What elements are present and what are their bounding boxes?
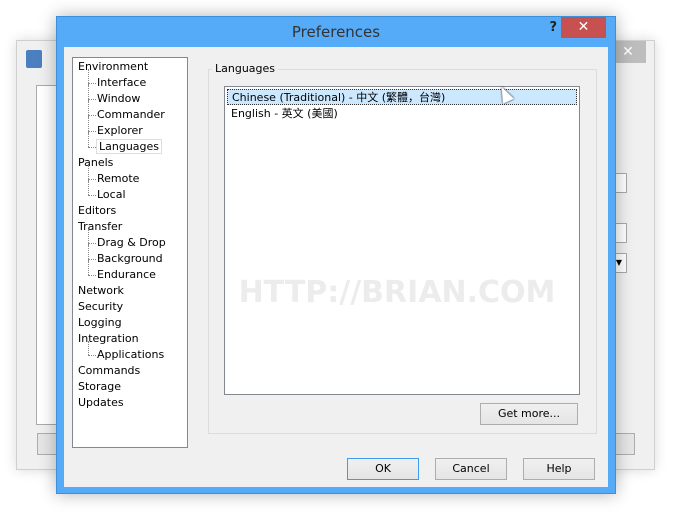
tree-connector [88,69,89,85]
tree-item[interactable]: Endurance [97,267,156,283]
tree-connector [88,243,96,244]
tree-item-label: Remote [97,172,140,185]
tree-item[interactable]: Explorer [97,123,143,139]
tree-connector [88,181,89,195]
tree-connector [88,275,96,276]
tree-connector [88,259,96,260]
tree-connector [88,115,96,116]
help-icon[interactable]: ? [549,20,557,35]
tree-item-label: Explorer [97,124,143,137]
preferences-tree[interactable]: Environment Interface Window Commander Explo… [72,57,188,448]
tree-item[interactable]: Applications [97,347,164,363]
tree-item-label: Commands [78,364,141,377]
tree-connector [88,165,89,181]
tree-connector [88,195,96,196]
ok-button[interactable]: OK [347,458,419,480]
languages-group-label: Languages [212,62,279,75]
tree-item-label: Commander [97,108,165,121]
app-icon [26,50,42,68]
dialog-body: Environment Interface Window Commander Explo… [64,47,608,487]
tree-connector [88,85,89,101]
tree-item-label: Transfer [78,220,123,233]
tree-item-label: Security [78,300,124,313]
tree-item-label: Endurance [97,268,156,281]
language-item[interactable]: English - 英文 (美國) [227,106,577,122]
tree-item[interactable]: Remote [97,171,139,187]
tree-item[interactable]: Drag & Drop [97,235,166,251]
tree-item-label: Window [97,92,141,105]
tree-item[interactable]: Background [97,251,163,267]
get-more-button[interactable]: Get more... [480,403,578,425]
tree-connector [88,83,96,84]
tree-connector [88,341,89,355]
tree-item[interactable]: Transfer [78,219,122,235]
tree-connector [88,133,89,147]
tree-item-label: Applications [97,348,165,361]
languages-list[interactable]: Chinese (Traditional) - 中文 (繁體，台灣) Englis… [224,86,580,395]
tree-item-label: Drag & Drop [97,236,166,249]
tree-item[interactable]: Commander [97,107,165,123]
help-button[interactable]: Help [523,458,595,480]
cancel-button[interactable]: Cancel [435,458,507,480]
tree-item-label: Updates [78,396,124,409]
tree-item[interactable]: Interface [97,75,146,91]
tree-item-label: Local [97,188,126,201]
tree-item[interactable]: Editors [78,203,116,219]
tree-item-label: Logging [78,316,122,329]
tree-item[interactable]: Local [97,187,126,203]
tree-item-label: Storage [78,380,122,393]
tree-connector [88,355,96,356]
tree-connector [88,245,89,261]
tree-item[interactable]: Logging [78,315,122,331]
tree-connector [88,117,89,133]
tree-connector [88,261,89,275]
tree-item-label: Background [97,252,163,265]
tree-item[interactable]: Security [78,299,123,315]
tree-item-label: Panels [78,156,114,169]
tree-item-label: Editors [78,204,117,217]
tree-item[interactable]: Window [97,91,140,107]
tree-connector [88,101,89,117]
tree-item[interactable]: Commands [78,363,140,379]
tree-item[interactable]: Network [78,283,124,299]
tree-item-label: Interface [97,76,147,89]
tree-connector [88,147,96,148]
tree-connector [88,99,96,100]
tree-item[interactable]: Panels [78,155,113,171]
tree-item-label: Languages [95,139,163,154]
tree-item-label: Network [78,284,124,297]
tree-item[interactable]: Languages [95,139,163,155]
tree-connector [88,229,89,245]
tree-connector [88,131,96,132]
dialog-title: Preferences [291,23,381,41]
close-button[interactable]: ✕ [561,17,606,38]
preferences-dialog: Preferences ? ✕ Environment Interface Wind… [56,16,616,494]
tree-item[interactable]: Updates [78,395,124,411]
tree-connector [88,179,96,180]
language-item[interactable]: Chinese (Traditional) - 中文 (繁體，台灣) [227,89,577,105]
tree-item[interactable]: Storage [78,379,121,395]
